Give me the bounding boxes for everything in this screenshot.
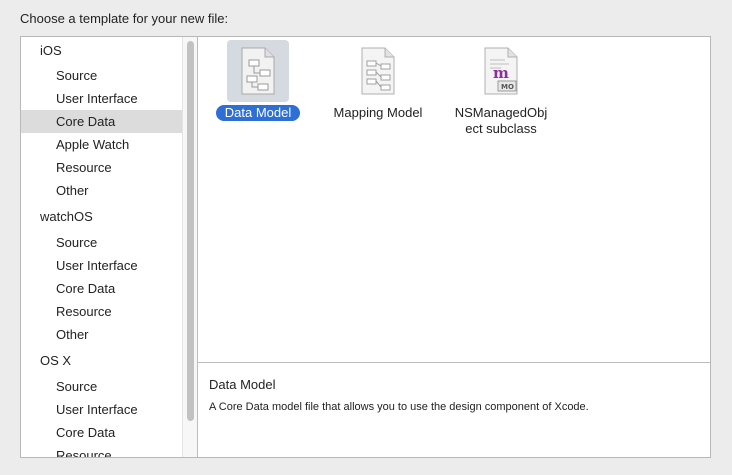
platform-sidebar: iOS Source User Interface Core Data Appl… — [21, 37, 197, 457]
nsmanagedobject-icon: m MO — [470, 40, 532, 102]
sidebar-item-ios-user-interface[interactable]: User Interface — [21, 87, 197, 110]
sidebar-item-osx-source[interactable]: Source — [21, 375, 197, 398]
sidebar-item-ios-resource[interactable]: Resource — [21, 156, 197, 179]
template-label: Data Model — [215, 105, 301, 121]
sidebar-item-watchos-source[interactable]: Source — [21, 231, 197, 254]
sidebar-item-osx-user-interface[interactable]: User Interface — [21, 398, 197, 421]
mapping-model-icon — [347, 40, 409, 102]
sidebar-group-ios[interactable]: iOS — [21, 39, 197, 62]
template-mapping-model[interactable]: Mapping Model — [318, 40, 438, 121]
template-label: Mapping Model — [333, 105, 423, 120]
sidebar-item-osx-core-data[interactable]: Core Data — [21, 421, 197, 444]
template-description-pane: Data Model A Core Data model file that a… — [198, 363, 710, 457]
template-chooser: iOS Source User Interface Core Data Appl… — [20, 36, 711, 458]
sidebar-item-osx-resource[interactable]: Resource — [21, 444, 197, 457]
mo-badge: MO — [501, 83, 514, 91]
data-model-icon — [227, 40, 289, 102]
mo-glyph: m — [493, 64, 509, 82]
sidebar-item-ios-source[interactable]: Source — [21, 64, 197, 87]
sidebar-scrollbar[interactable] — [182, 37, 197, 457]
sidebar-item-watchos-core-data[interactable]: Core Data — [21, 277, 197, 300]
template-label-line2: ect subclass — [465, 121, 537, 136]
sidebar-group-osx[interactable]: OS X — [21, 349, 197, 372]
template-data-model[interactable]: Data Model — [198, 40, 318, 121]
sidebar-item-watchos-other[interactable]: Other — [21, 323, 197, 346]
description-title: Data Model — [209, 377, 276, 392]
sidebar-item-watchos-resource[interactable]: Resource — [21, 300, 197, 323]
sidebar-scroll-thumb[interactable] — [187, 41, 194, 421]
description-text: A Core Data model file that allows you t… — [209, 401, 589, 413]
sidebar-group-watchos[interactable]: watchOS — [21, 205, 197, 228]
template-label-line1: NSManagedObj — [454, 105, 548, 120]
sidebar-item-ios-other[interactable]: Other — [21, 179, 197, 202]
dialog-prompt: Choose a template for your new file: — [20, 11, 229, 26]
sidebar-item-ios-core-data[interactable]: Core Data — [21, 110, 197, 133]
sidebar-item-watchos-user-interface[interactable]: User Interface — [21, 254, 197, 277]
template-nsmanagedobject-subclass[interactable]: m MO NSManagedObj ect subclass — [441, 40, 561, 137]
template-grid: Data Model Mapping Model m MO NSManagedO… — [198, 37, 710, 362]
sidebar-item-ios-apple-watch[interactable]: Apple Watch — [21, 133, 197, 156]
